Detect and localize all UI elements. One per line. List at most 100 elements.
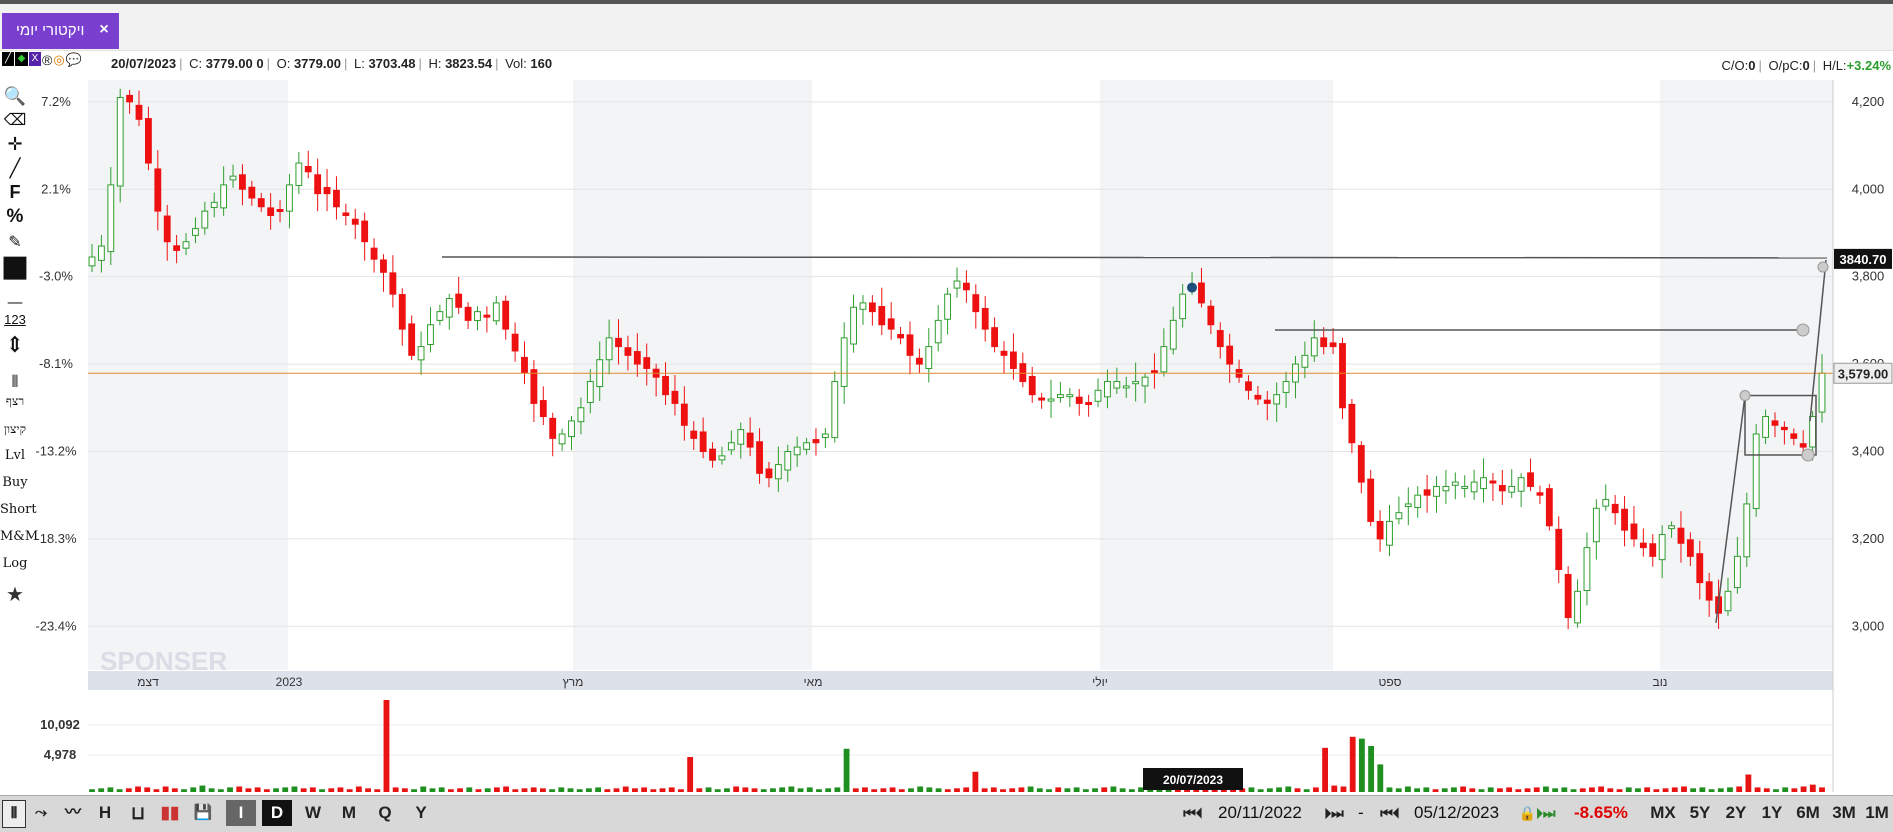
candle (680, 403, 688, 426)
magic-icon[interactable]: ╱ (2, 52, 14, 66)
skip-forward-icon[interactable]: ⏵⏭ (1316, 800, 1352, 826)
line-chart-icon[interactable]: 〰 (60, 800, 86, 826)
volume-bar (1699, 787, 1706, 792)
candle (502, 300, 510, 330)
volume-bar (319, 789, 325, 792)
x-axis-label: יולי (1092, 675, 1108, 689)
range-6m[interactable]: 6M (1792, 800, 1824, 826)
volume-bar (98, 788, 105, 792)
volume-bar (1119, 788, 1126, 792)
target-icon[interactable]: ◎ (53, 52, 64, 68)
high-label: H: (428, 56, 442, 71)
period-quarterly[interactable]: Q (370, 800, 400, 826)
candle (248, 186, 256, 199)
comment-icon[interactable]: 💬 (66, 52, 82, 68)
volume-bar (908, 788, 914, 792)
close-value: 3779.00 (205, 56, 253, 71)
share-icon[interactable]: ◆ (15, 52, 28, 66)
price-chart[interactable]: 3,0003,2003,4003,6003,8004,0004,2007.2%2… (0, 80, 1893, 795)
volume-icon[interactable]: ▮▮ (158, 800, 182, 826)
period-monthly[interactable]: M (334, 800, 364, 826)
volume-bar (1312, 787, 1319, 792)
volume-bar (1257, 789, 1264, 792)
date-tooltip: 20/07/2023 (1163, 773, 1223, 787)
volume-bar (1515, 789, 1522, 792)
candles-icon[interactable]: ⫴ (2, 800, 26, 828)
selected-candle-marker (1187, 282, 1197, 293)
candle (1536, 492, 1544, 496)
range-3m[interactable]: 3M (1828, 800, 1860, 826)
candle (239, 174, 246, 190)
volume-bar (1331, 785, 1338, 792)
candle (793, 446, 801, 456)
candle (1376, 520, 1384, 540)
candle (1602, 499, 1610, 507)
cursor-icon[interactable]: ⤳ (30, 800, 52, 826)
volume-bar (1441, 788, 1448, 792)
candle (1527, 472, 1534, 487)
candle (408, 323, 416, 356)
lock-forward-icon[interactable]: 🔒⏵⏭ (1512, 800, 1562, 826)
x-icon[interactable]: X (29, 52, 41, 66)
candle (1282, 381, 1290, 393)
volume-bar (843, 748, 850, 792)
volume-bar (714, 789, 721, 792)
month-band (573, 80, 812, 670)
range-5y[interactable]: 5Y (1684, 800, 1716, 826)
volume-bar (1414, 788, 1421, 792)
volume-bar (742, 787, 749, 792)
candle (765, 468, 773, 479)
chart-tab[interactable]: ויקטורי יומי × (2, 13, 119, 49)
volume-bar (1358, 738, 1365, 792)
range-1m[interactable]: 1M (1862, 800, 1892, 826)
end-date[interactable]: 05/12/2023 (1414, 800, 1499, 826)
candle (1545, 488, 1553, 527)
volume-bar (539, 788, 546, 792)
bar-chart-icon[interactable]: ⊔ (126, 800, 150, 826)
close-icon[interactable]: × (93, 21, 115, 39)
date-dash: - (1358, 803, 1364, 822)
period-weekly[interactable]: W (298, 800, 328, 826)
period-daily[interactable]: D (262, 800, 292, 826)
candle (1339, 343, 1346, 409)
current-price-label: 3,579.00 (1838, 366, 1889, 381)
candle (116, 96, 124, 187)
candle (727, 442, 735, 451)
candle (643, 357, 651, 369)
volume-bar (604, 789, 611, 792)
candle (492, 302, 500, 322)
volume-bar (1708, 789, 1715, 792)
end-skip-back-icon[interactable]: ⏮⏴ (1372, 800, 1408, 826)
volume-bar (1717, 788, 1724, 792)
candle (1611, 503, 1619, 514)
skip-back-icon[interactable]: ⏮⏴ (1175, 800, 1211, 826)
volume-bar (1727, 787, 1733, 792)
volume-bar (1469, 788, 1476, 792)
volume-bar (355, 786, 362, 792)
volume-bar (1377, 764, 1384, 792)
start-date[interactable]: 20/11/2022 (1218, 800, 1302, 826)
volume-bar (871, 789, 878, 792)
opc-value: 0 (1802, 58, 1810, 73)
candle (1517, 477, 1525, 492)
price-tick-label: 4,000 (1852, 181, 1885, 196)
registered-icon[interactable]: ® (42, 52, 52, 68)
range-2y[interactable]: 2Y (1720, 800, 1752, 826)
volume-bar (1497, 788, 1503, 792)
candle (1038, 397, 1046, 401)
co-label: C/O: (1721, 58, 1749, 73)
range-max[interactable]: MX (1646, 800, 1680, 826)
volume-bar (880, 788, 887, 792)
volume-bar (1561, 787, 1568, 792)
volume-bar (1524, 788, 1531, 792)
period-yearly[interactable]: Y (406, 800, 436, 826)
candle (1498, 484, 1506, 492)
save-icon[interactable]: 💾 (192, 800, 214, 826)
range-1y[interactable]: 1Y (1756, 800, 1788, 826)
volume-bar (254, 787, 261, 792)
period-intraday[interactable]: I (226, 800, 256, 826)
volume-bar (770, 788, 776, 792)
x-axis-strip (88, 671, 1833, 690)
hlc-icon[interactable]: H (94, 800, 116, 826)
open-label: O: (276, 56, 291, 71)
